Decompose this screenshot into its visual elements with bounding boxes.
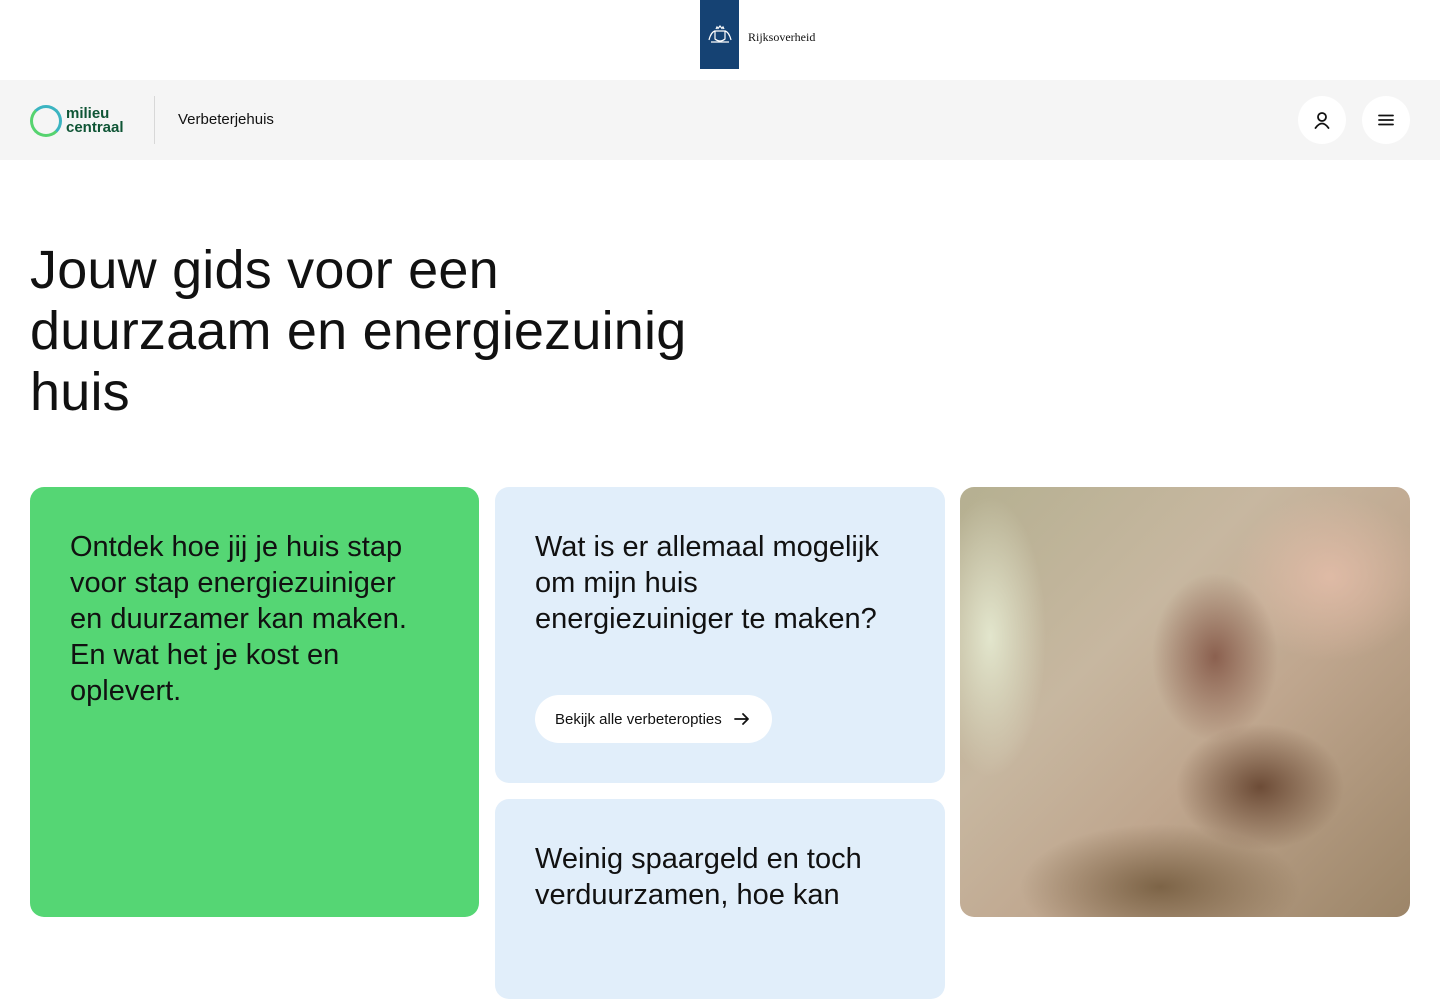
low-savings-card[interactable]: Weinig spaargeld en toch verduurzamen, h… <box>495 799 945 999</box>
coat-of-arms-icon <box>707 24 732 43</box>
menu-icon <box>1378 114 1394 126</box>
milieu-centraal-logo[interactable]: milieu centraal <box>30 104 140 138</box>
view-all-options-button[interactable]: Bekijk alle verbeteropties <box>535 695 772 743</box>
account-button[interactable] <box>1298 96 1346 144</box>
arrow-right-icon <box>733 713 749 725</box>
government-bar: Rijksoverheid <box>0 0 1440 80</box>
government-name: Rijksoverheid <box>748 30 816 44</box>
header-divider <box>154 96 155 144</box>
logo-line-2: centraal <box>66 119 124 136</box>
hero-photo <box>960 487 1410 917</box>
improvement-options-card: Wat is er allemaal mogelijk om mijn huis… <box>495 487 945 783</box>
low-savings-text: Weinig spaargeld en toch verduurzamen, h… <box>535 843 862 911</box>
logo-wordmark: milieu centraal <box>66 106 124 136</box>
intro-card-text: Ontdek hoe jij je huis stap voor stap en… <box>70 531 407 707</box>
view-all-options-label: Bekijk alle verbeteropties <box>555 710 722 728</box>
rijksoverheid-logo[interactable] <box>700 0 739 69</box>
improvement-options-text: Wat is er allemaal mogelijk om mijn huis… <box>535 531 879 635</box>
intro-card[interactable]: Ontdek hoe jij je huis stap voor stap en… <box>30 487 479 917</box>
logo-ring-icon <box>30 105 62 137</box>
account-icon <box>1314 112 1330 129</box>
menu-button[interactable] <box>1362 96 1410 144</box>
hero-title: Jouw gids voor een duurzaam en energiezu… <box>30 240 687 422</box>
site-title-link[interactable]: Verbeterjehuis <box>178 111 274 128</box>
site-header: milieu centraal Verbeterjehuis <box>0 80 1440 160</box>
